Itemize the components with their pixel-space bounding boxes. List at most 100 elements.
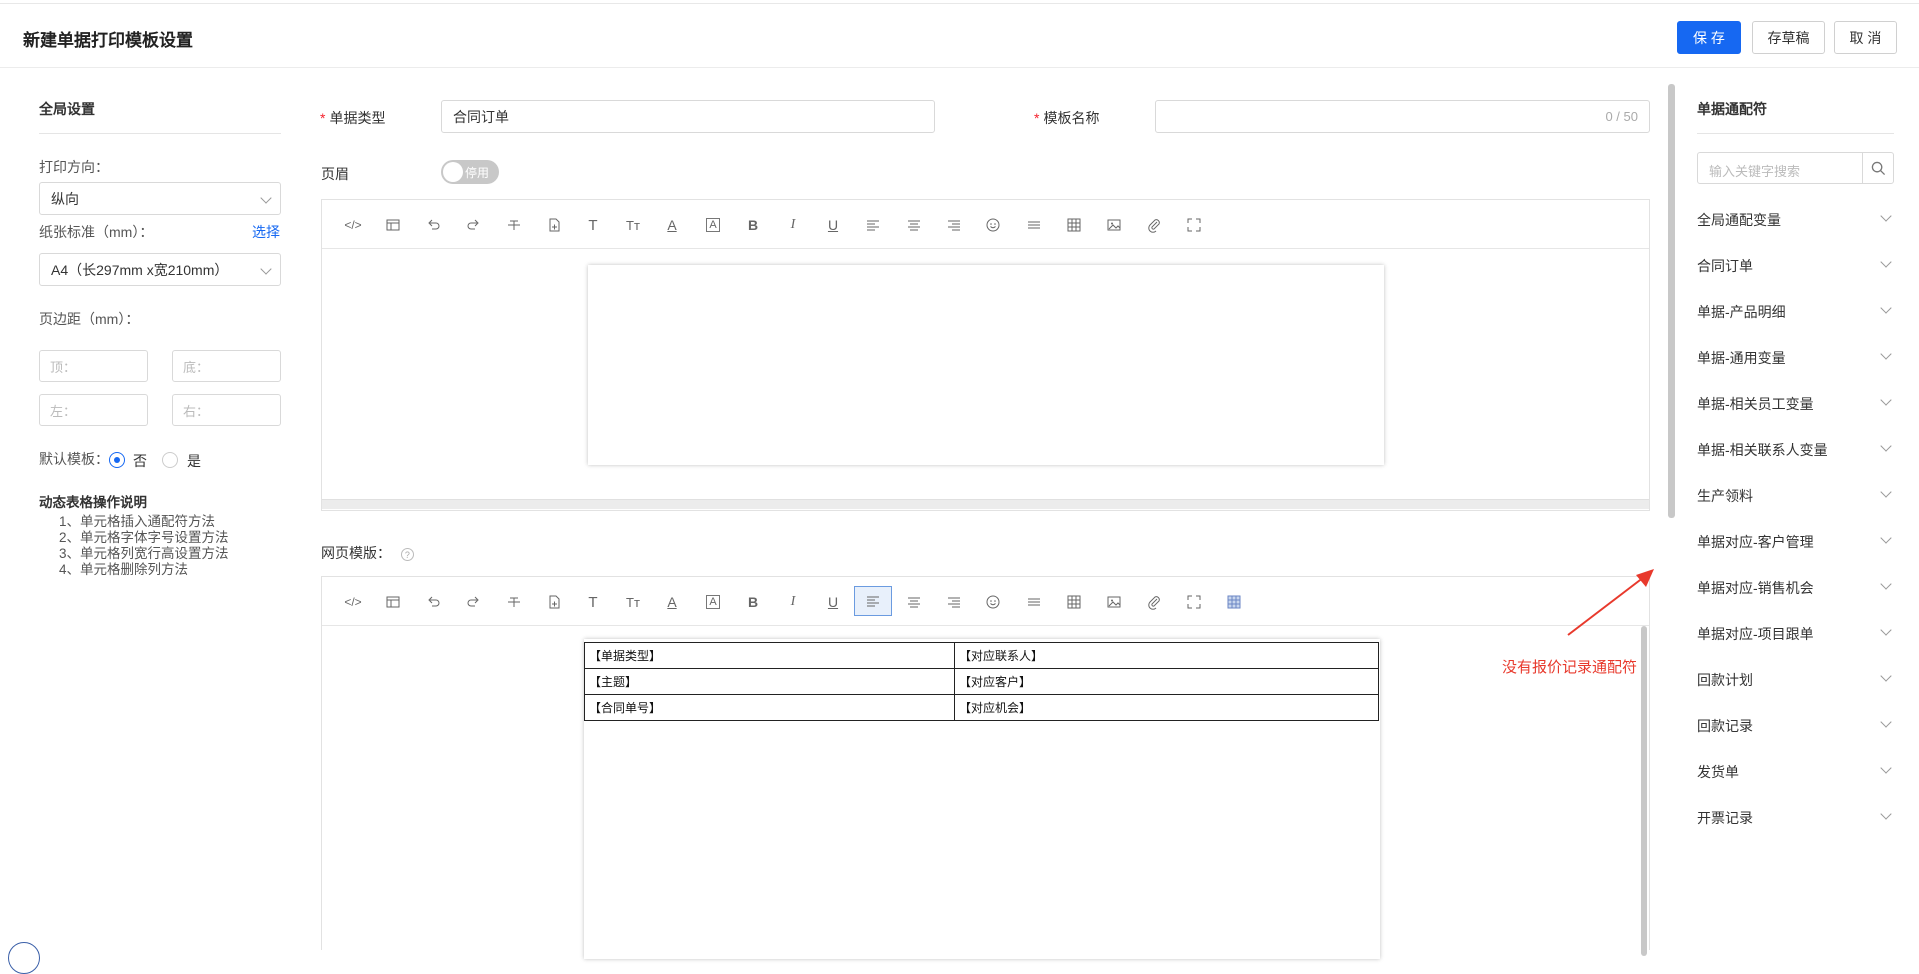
undo-icon[interactable] [416,213,452,237]
wildcard-group[interactable]: 合同订单 [1697,256,1894,276]
wildcard-group[interactable]: 发货单 [1697,762,1894,782]
toggle-label: 停用 [465,166,490,180]
table-cell[interactable]: 【对应联系人】 [954,642,1379,669]
margin-bottom-input[interactable]: 底： [172,350,281,382]
italic-icon[interactable]: I [775,213,811,237]
emoji-icon[interactable] [975,590,1011,614]
margin-left-input[interactable]: 左： [39,394,148,426]
paper-select-link[interactable]: 选择 [252,222,280,242]
cancel-button[interactable]: 取 消 [1834,21,1897,54]
background-color-icon[interactable]: A [695,213,731,237]
align-right-icon[interactable] [936,213,972,237]
align-right-icon[interactable] [936,590,972,614]
table-settings-icon[interactable] [1216,590,1252,614]
insert-doc-icon[interactable] [536,590,572,614]
save-button[interactable]: 保 存 [1677,21,1741,54]
align-left-icon[interactable] [854,586,892,616]
help-circle-icon[interactable]: ? [400,548,414,561]
underline-icon[interactable]: U [815,213,851,237]
bold-icon[interactable]: B [735,590,771,614]
font-color-icon[interactable]: A [654,590,690,614]
wildcard-group[interactable]: 单据-通用变量 [1697,348,1894,368]
search-input[interactable]: 输入关键字搜索 [1709,161,1800,180]
wildcard-group[interactable]: 单据对应-销售机会 [1697,578,1894,598]
margin-top-input[interactable]: 顶： [39,350,148,382]
header-toggle[interactable]: 停用 [441,160,499,184]
line-height-icon[interactable] [1016,590,1052,614]
wildcard-group[interactable]: 生产领料 [1697,486,1894,506]
table-cell[interactable]: 【主题】 [584,668,955,695]
attachment-icon[interactable] [1136,590,1172,614]
bold-icon[interactable]: B [735,213,771,237]
image-icon[interactable] [1096,590,1132,614]
strikethrough-icon[interactable] [496,590,532,614]
redo-icon[interactable] [455,213,491,237]
wildcard-group[interactable]: 单据-相关员工变量 [1697,394,1894,414]
emoji-icon[interactable] [975,213,1011,237]
page-scrollbar[interactable] [1668,84,1675,518]
fullscreen-icon[interactable] [1176,590,1212,614]
template-icon[interactable] [375,590,411,614]
floating-help-icon[interactable] [8,942,40,974]
align-center-icon[interactable] [896,590,932,614]
code-icon[interactable]: </> [335,590,371,614]
wildcard-group[interactable]: 回款记录 [1697,716,1894,736]
table-cell[interactable]: 【合同单号】 [584,694,955,721]
page-title: 新建单据打印模板设置 [23,31,193,50]
font-size-icon[interactable]: Tт [615,590,651,614]
align-left-icon[interactable] [855,213,891,237]
table-icon[interactable] [1056,590,1092,614]
code-icon[interactable]: </> [335,213,371,237]
font-color-icon[interactable]: A [654,213,690,237]
redo-icon[interactable] [455,590,491,614]
font-size-icon-glyph: Tт [626,217,640,233]
wildcard-group[interactable]: 单据对应-客户管理 [1697,532,1894,552]
horizontal-scrollbar[interactable] [322,499,1649,509]
doc-type-input[interactable]: 合同订单 [441,100,935,133]
chevron-down-icon [1880,624,1892,636]
help-item[interactable]: 4、单元格删除列方法 [59,558,188,578]
font-icon[interactable]: T [575,213,611,237]
wildcard-group[interactable]: 回款计划 [1697,670,1894,690]
wildcard-group[interactable]: 单据-相关联系人变量 [1697,440,1894,460]
wildcard-group[interactable]: 单据-产品明细 [1697,302,1894,322]
line-height-icon[interactable] [1016,213,1052,237]
font-icon[interactable]: T [575,590,611,614]
default-no-radio[interactable] [109,452,125,468]
wildcard-group[interactable]: 全局通配变量 [1697,210,1894,230]
image-icon[interactable] [1096,213,1132,237]
header-editor-page[interactable] [588,265,1384,465]
table-icon[interactable] [1056,213,1092,237]
vertical-scrollbar[interactable] [1641,626,1647,956]
insert-doc-icon[interactable] [536,213,572,237]
table-row: 【单据类型】 【对应联系人】 [584,642,1379,669]
default-yes-radio[interactable] [162,452,178,468]
wildcard-search[interactable]: 输入关键字搜索 [1697,152,1894,184]
font-size-icon[interactable]: Tт [615,213,651,237]
background-color-icon-glyph: A [706,595,720,609]
fullscreen-icon[interactable] [1176,213,1212,237]
wildcard-group[interactable]: 单据对应-项目跟单 [1697,624,1894,644]
template-name-input[interactable]: 0 / 50 [1155,100,1650,133]
table-row: 【主题】 【对应客户】 [584,668,1379,695]
undo-icon[interactable] [416,590,452,614]
underline-icon[interactable]: U [815,590,851,614]
search-button[interactable] [1862,153,1893,183]
content-table[interactable]: 【单据类型】 【对应联系人】 【主题】 【对应客户】 【合同单号】 【对应机会】 [584,642,1379,721]
background-color-icon[interactable]: A [695,590,731,614]
margin-right-input[interactable]: 右： [172,394,281,426]
orientation-select[interactable]: 纵向 [39,182,281,215]
attachment-icon[interactable] [1136,213,1172,237]
table-cell[interactable]: 【对应客户】 [954,668,1379,695]
paper-select[interactable]: A4（长297mm x宽210mm） [39,253,281,286]
background-color-icon-glyph: A [706,218,720,232]
chevron-down-icon [1880,670,1892,682]
template-icon[interactable] [375,213,411,237]
table-cell[interactable]: 【对应机会】 [954,694,1379,721]
save-draft-button[interactable]: 存草稿 [1752,21,1825,54]
table-cell[interactable]: 【单据类型】 [584,642,955,669]
align-center-icon[interactable] [896,213,932,237]
italic-icon[interactable]: I [775,590,811,614]
wildcard-group[interactable]: 开票记录 [1697,808,1894,828]
strikethrough-icon[interactable] [496,213,532,237]
